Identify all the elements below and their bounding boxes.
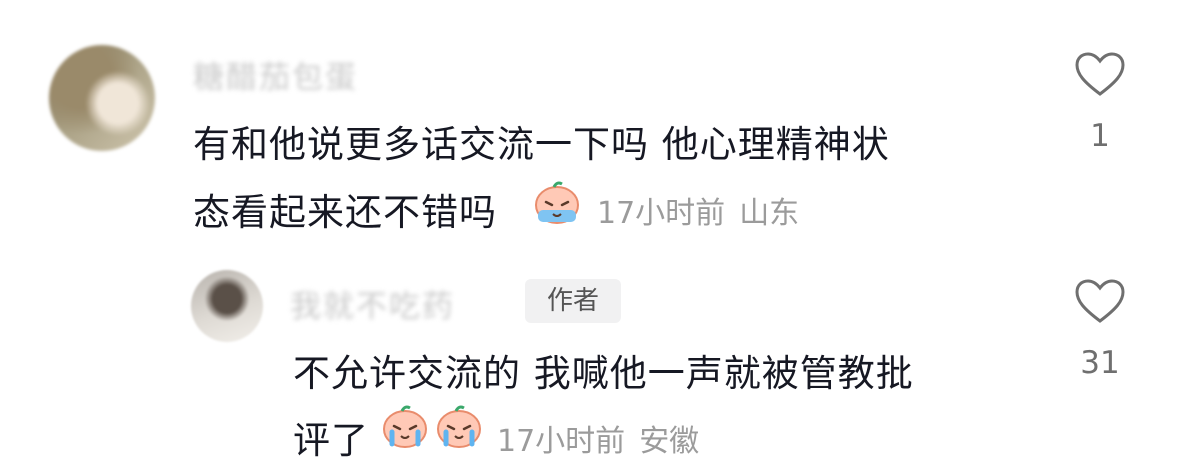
comment-location: 山东	[739, 196, 800, 231]
comment-time: 17小时前	[597, 196, 726, 231]
reply-meta: 17小时前 安徽	[497, 416, 699, 460]
heart-icon[interactable]	[1074, 279, 1126, 325]
like-count: 1	[1090, 118, 1110, 154]
like-button[interactable]: 1	[1070, 52, 1130, 154]
comment-text-line: 态看起来还不错吗	[193, 191, 497, 234]
reply-location: 安徽	[639, 424, 700, 459]
reply-text-line: 不允许交流的 我喊他一声就被管教批	[293, 352, 914, 395]
avatar[interactable]	[49, 45, 155, 151]
author-badge: 作者	[525, 279, 621, 323]
reply-time: 17小时前	[497, 424, 626, 459]
comment-meta: 17小时前 山东	[597, 188, 799, 232]
comment-username[interactable]: 糖醋茄包蛋	[193, 52, 358, 97]
heart-icon[interactable]	[1074, 52, 1126, 98]
reply-username[interactable]: 我就不吃药	[290, 281, 455, 326]
avatar[interactable]	[191, 270, 263, 342]
crying-emoji-icon	[437, 405, 481, 448]
crying-emoji-icon	[535, 181, 579, 224]
like-button[interactable]: 31	[1070, 279, 1130, 381]
like-count: 31	[1080, 345, 1120, 381]
reply-text-line: 评了	[293, 419, 369, 462]
crying-emoji-icon	[383, 405, 427, 448]
comment-text-line: 有和他说更多话交流一下吗 他心理精神状	[193, 123, 890, 166]
